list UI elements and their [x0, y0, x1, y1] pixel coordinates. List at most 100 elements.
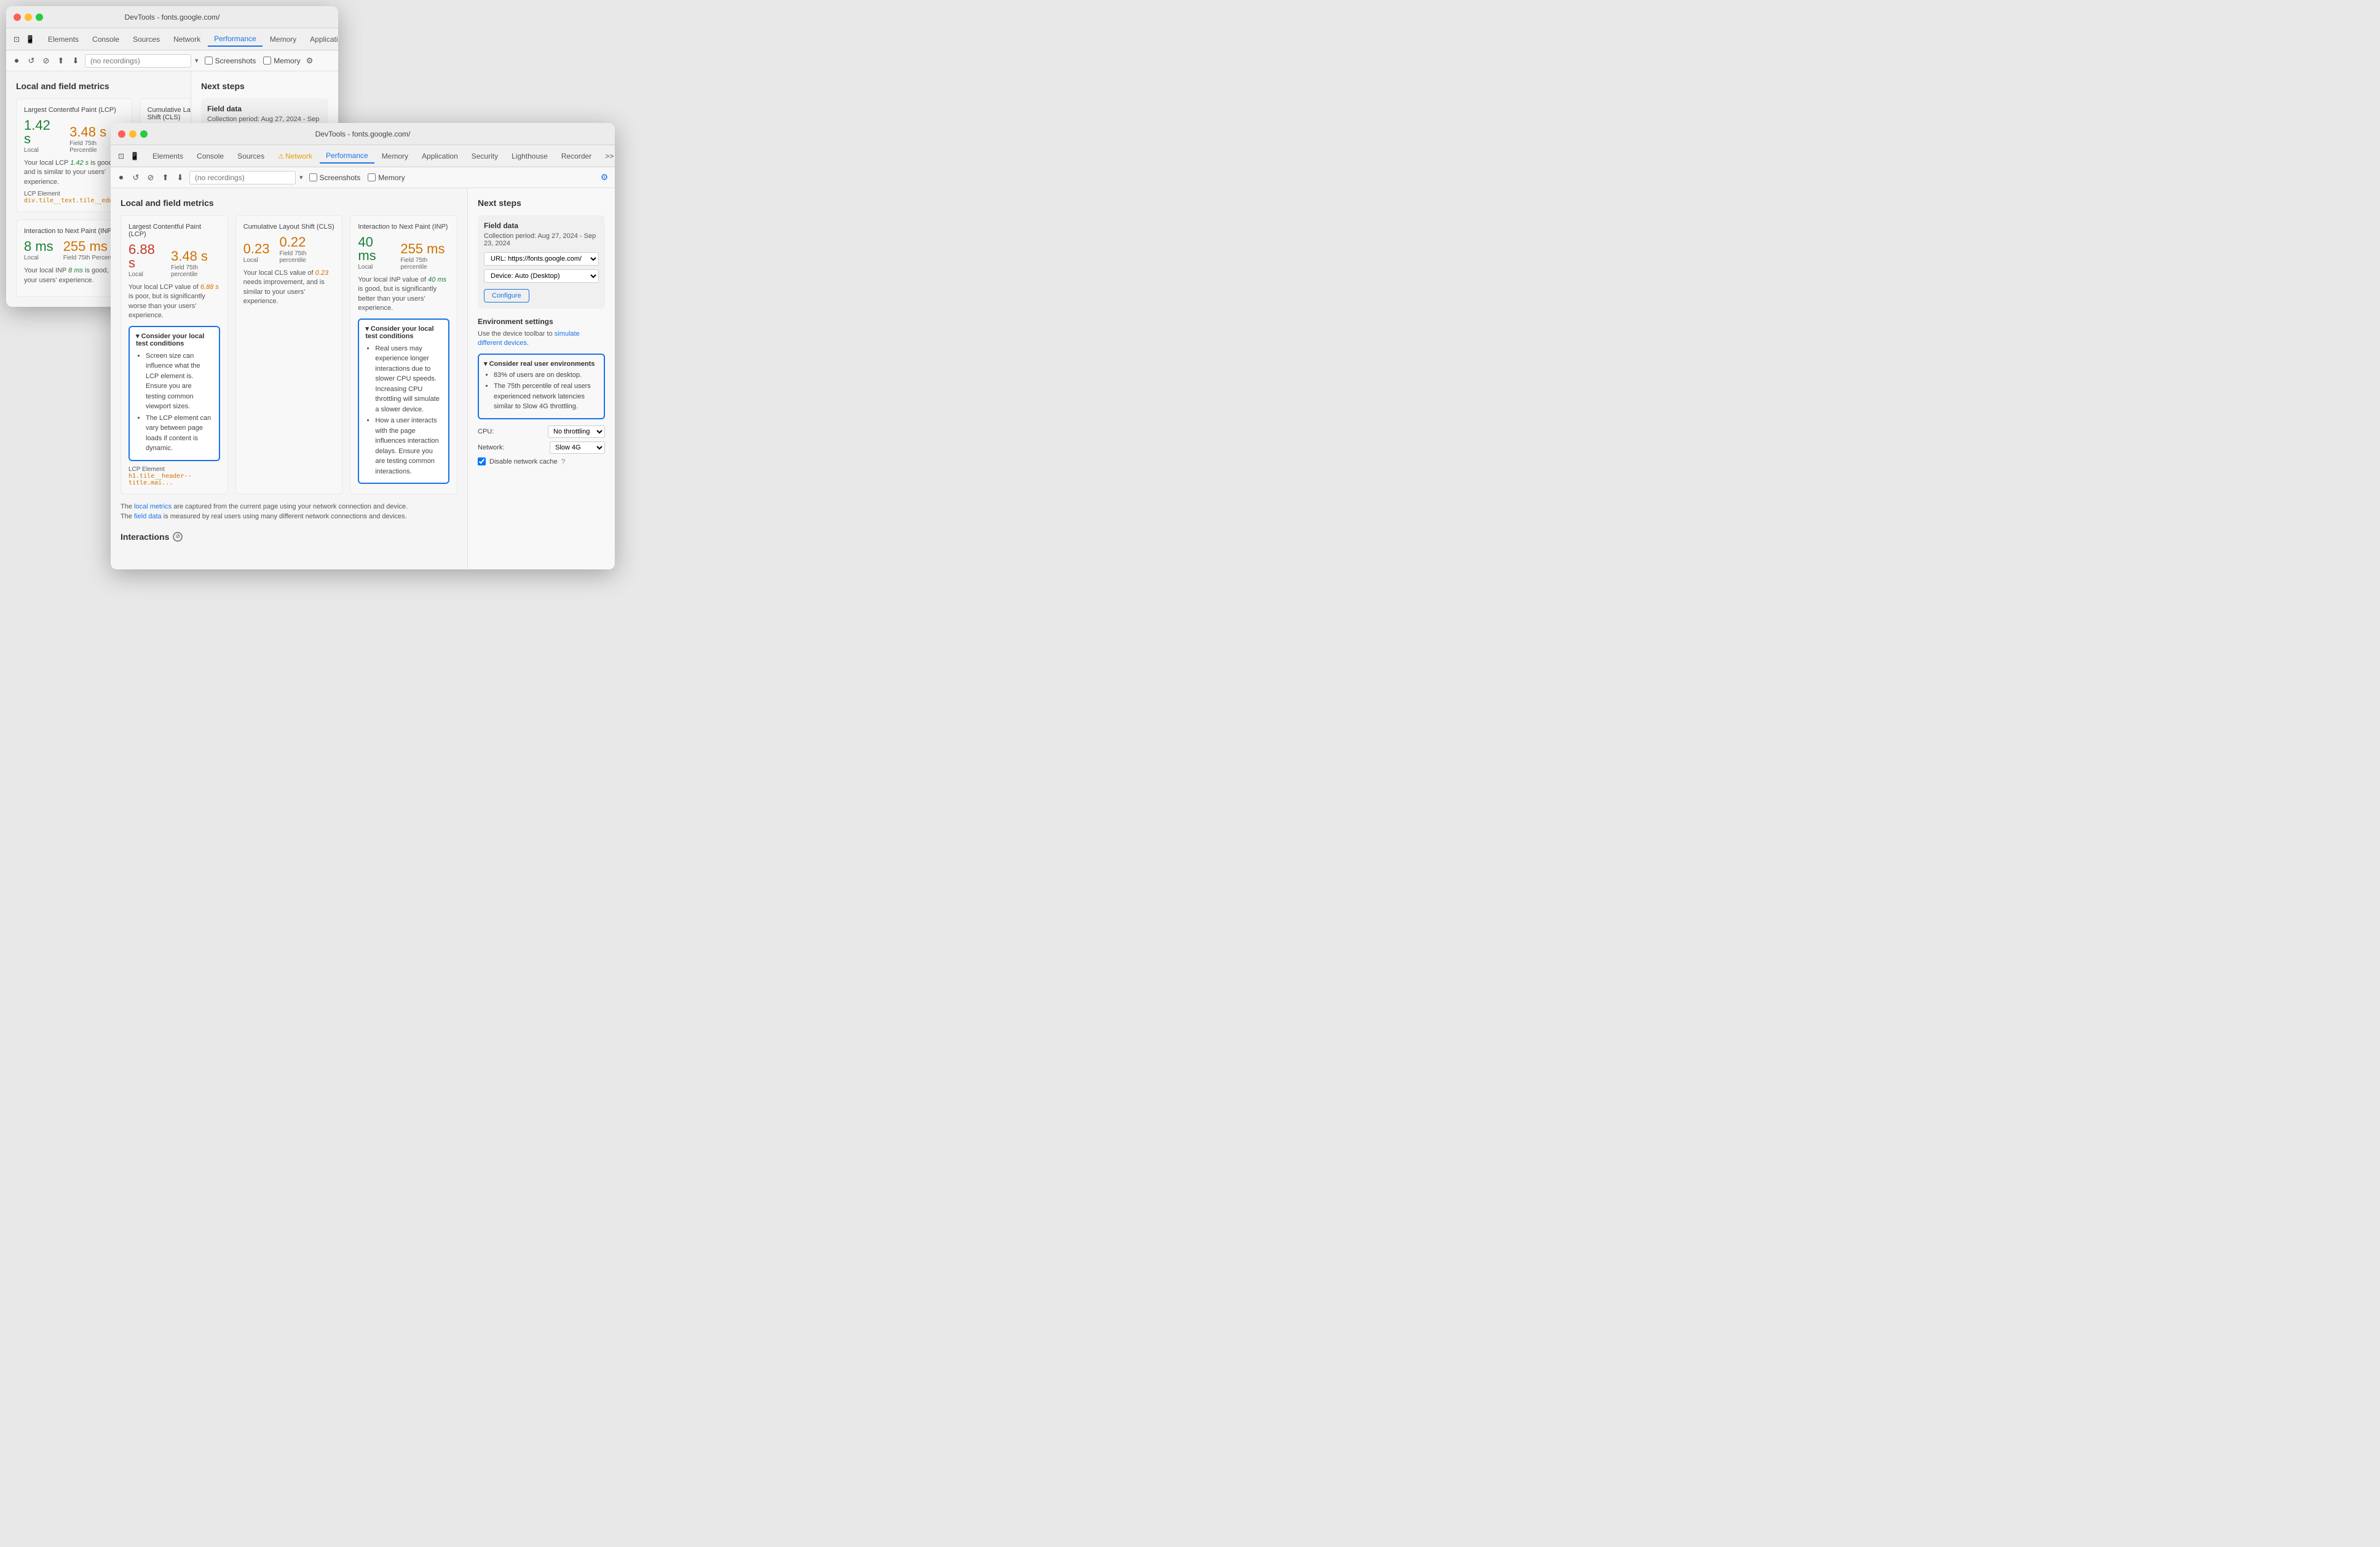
lcp-consider-item-2: The LCP element can vary between page lo…: [146, 413, 213, 454]
lcp-element-2: LCP Element h1.tile__header--title.mai..…: [128, 466, 220, 486]
inp-desc-2: Your local INP value of 40 ms is good, b…: [358, 275, 449, 314]
disable-cache-row-2: Disable network cache ?: [478, 457, 605, 466]
close-button[interactable]: [14, 14, 21, 21]
device-icon[interactable]: 📱: [25, 34, 36, 45]
inp-consider-item-1: Real users may experience longer interac…: [375, 344, 442, 415]
minimize-button-2[interactable]: [129, 130, 136, 138]
device-icon-2[interactable]: 📱: [129, 151, 140, 162]
tab-console-2[interactable]: Console: [191, 149, 230, 163]
tab-application-2[interactable]: Application: [416, 149, 464, 163]
lcp-consider-list-2: Screen size can influence what the LCP e…: [136, 351, 213, 454]
tab-lighthouse-2[interactable]: Lighthouse: [505, 149, 554, 163]
cls-local-group-2: 0.23 Local: [243, 242, 270, 264]
simulate-link[interactable]: simulate different devices: [478, 330, 580, 347]
inspect-icon[interactable]: ⊡: [11, 34, 22, 45]
local-field-metrics-title-1: Local and field metrics: [16, 81, 181, 91]
record-btn-2[interactable]: ⏺: [116, 172, 127, 183]
download-btn-1[interactable]: ⬇: [70, 55, 81, 66]
window2-main: Local and field metrics Largest Contentf…: [111, 188, 467, 569]
env-settings-2: Environment settings Use the device tool…: [478, 317, 605, 466]
inp-field-label-2: Field 75th percentile: [400, 257, 449, 271]
network-select-2[interactable]: No throttling Slow 4G 3G: [550, 441, 605, 454]
local-metrics-link[interactable]: local metrics: [134, 503, 172, 510]
reload-btn-2[interactable]: ↺: [130, 172, 141, 183]
lcp-element-link-2[interactable]: h1.tile__header--title.mai...: [128, 473, 191, 486]
record-btn-1[interactable]: ⏺: [11, 55, 22, 66]
tab-elements-2[interactable]: Elements: [146, 149, 189, 163]
lcp-element-link-1[interactable]: div.tile__text.tile__edu...: [24, 197, 124, 204]
perf-settings-btn-2[interactable]: ⚙: [599, 172, 610, 183]
settings-rec-btn-1[interactable]: ⚙: [304, 55, 315, 66]
maximize-button-2[interactable]: [140, 130, 148, 138]
recording-dropdown-1[interactable]: ▾: [195, 57, 199, 65]
lcp-consider-box-2: ▾ Consider your local test conditions Sc…: [128, 326, 220, 461]
interactions-info-icon[interactable]: ⊘: [173, 532, 183, 542]
footer-line-2: The field data is measured by real users…: [121, 512, 457, 522]
local-field-metrics-title-2: Local and field metrics: [121, 198, 457, 208]
recording-input-1[interactable]: [85, 54, 191, 68]
download-btn-2[interactable]: ⬇: [175, 172, 186, 183]
tab-memory-1[interactable]: Memory: [264, 33, 302, 46]
cpu-select-2[interactable]: No throttling 4x slowdown 6x slowdown: [548, 425, 605, 438]
tab-more-2[interactable]: >>: [599, 149, 615, 163]
clear-btn-1[interactable]: ⊘: [41, 55, 52, 66]
inp-title-2: Interaction to Next Paint (INP): [358, 223, 449, 231]
tab-application-1[interactable]: Application: [304, 33, 338, 46]
tab-console-1[interactable]: Console: [86, 33, 125, 46]
cls-title-1: Cumulative Layout Shift (CLS): [148, 106, 191, 121]
tab-security-2[interactable]: Security: [465, 149, 504, 163]
device-select-2[interactable]: Device: Auto (Desktop): [484, 269, 599, 283]
minimize-button[interactable]: [25, 14, 32, 21]
tab-recorder-2[interactable]: Recorder: [555, 149, 598, 163]
reload-btn-1[interactable]: ↺: [26, 55, 37, 66]
cls-values-2: 0.23 Local 0.22 Field 75th percentile: [243, 235, 335, 264]
lcp-local-group-1: 1.42 s Local: [24, 119, 60, 154]
metrics-grid-2: Largest Contentful Paint (LCP) 6.88 s Lo…: [121, 215, 457, 494]
tab-memory-2[interactable]: Memory: [376, 149, 414, 163]
lcp-title-2: Largest Contentful Paint (LCP): [128, 223, 220, 238]
field-data-section-2: Field data Collection period: Aug 27, 20…: [478, 215, 605, 309]
tab-sources-1[interactable]: Sources: [127, 33, 166, 46]
devtools-window-2: DevTools - fonts.google.com/ ⊡ 📱 Element…: [111, 123, 615, 569]
cls-field-label-2: Field 75th percentile: [279, 250, 334, 264]
consider-real-title-2: ▾ Consider real user environments: [484, 360, 599, 368]
recording-bar-2: ⏺ ↺ ⊘ ⬆ ⬇ ▾ Screenshots Memory ⚙: [111, 167, 615, 188]
maximize-button[interactable]: [36, 14, 43, 21]
upload-btn-2[interactable]: ⬆: [160, 172, 171, 183]
lcp-desc-2: Your local LCP value of 6.88 s is poor, …: [128, 283, 220, 321]
disable-cache-label-2: Disable network cache: [489, 458, 558, 465]
tab-sources-2[interactable]: Sources: [231, 149, 271, 163]
inp-local-value-2: 40 ms: [358, 235, 390, 263]
lcp-consider-title-2: ▾ Consider your local test conditions: [136, 332, 213, 347]
upload-btn-1[interactable]: ⬆: [55, 55, 66, 66]
memory-checkbox-1[interactable]: Memory: [263, 57, 300, 65]
tab-performance-1[interactable]: Performance: [208, 32, 263, 47]
inspect-icon-2[interactable]: ⊡: [116, 151, 127, 162]
recording-dropdown-2[interactable]: ▾: [299, 173, 303, 181]
tab-elements-1[interactable]: Elements: [42, 33, 85, 46]
screenshots-checkbox-1[interactable]: Screenshots: [205, 57, 256, 65]
cls-field-value-2: 0.22: [279, 235, 334, 249]
cls-desc-2: Your local CLS value of 0.23 needs impro…: [243, 269, 335, 307]
tab-network-1[interactable]: Network: [167, 33, 207, 46]
field-data-link[interactable]: field data: [134, 513, 162, 520]
recording-input-2[interactable]: [189, 171, 296, 184]
lcp-desc-1: Your local LCP 1.42 s is good, and is si…: [24, 159, 124, 187]
inp-local-label-2: Local: [358, 264, 390, 271]
inp-local-group-2: 40 ms Local: [358, 235, 390, 271]
field-data-title-2: Field data: [484, 221, 599, 230]
tab-performance-2[interactable]: Performance: [320, 149, 374, 164]
url-select-2[interactable]: URL: https://fonts.google.com/: [484, 252, 599, 266]
devtools-tabs-1: ⊡ 📱 Elements Console Sources Network Per…: [6, 28, 338, 50]
network-row-2: Network: No throttling Slow 4G 3G: [478, 441, 605, 454]
clear-btn-2[interactable]: ⊘: [145, 172, 156, 183]
disable-cache-checkbox-2[interactable]: [478, 457, 486, 465]
disable-cache-help-icon[interactable]: ?: [561, 457, 566, 466]
tab-network-2[interactable]: ⚠Network: [272, 149, 318, 163]
configure-btn-2[interactable]: Configure: [484, 289, 529, 303]
cpu-row-2: CPU: No throttling 4x slowdown 6x slowdo…: [478, 425, 605, 438]
consider-real-item-2: The 75th percentile of real users experi…: [494, 381, 599, 412]
memory-checkbox-2[interactable]: Memory: [368, 173, 405, 182]
screenshots-checkbox-2[interactable]: Screenshots: [309, 173, 361, 182]
close-button-2[interactable]: [118, 130, 125, 138]
